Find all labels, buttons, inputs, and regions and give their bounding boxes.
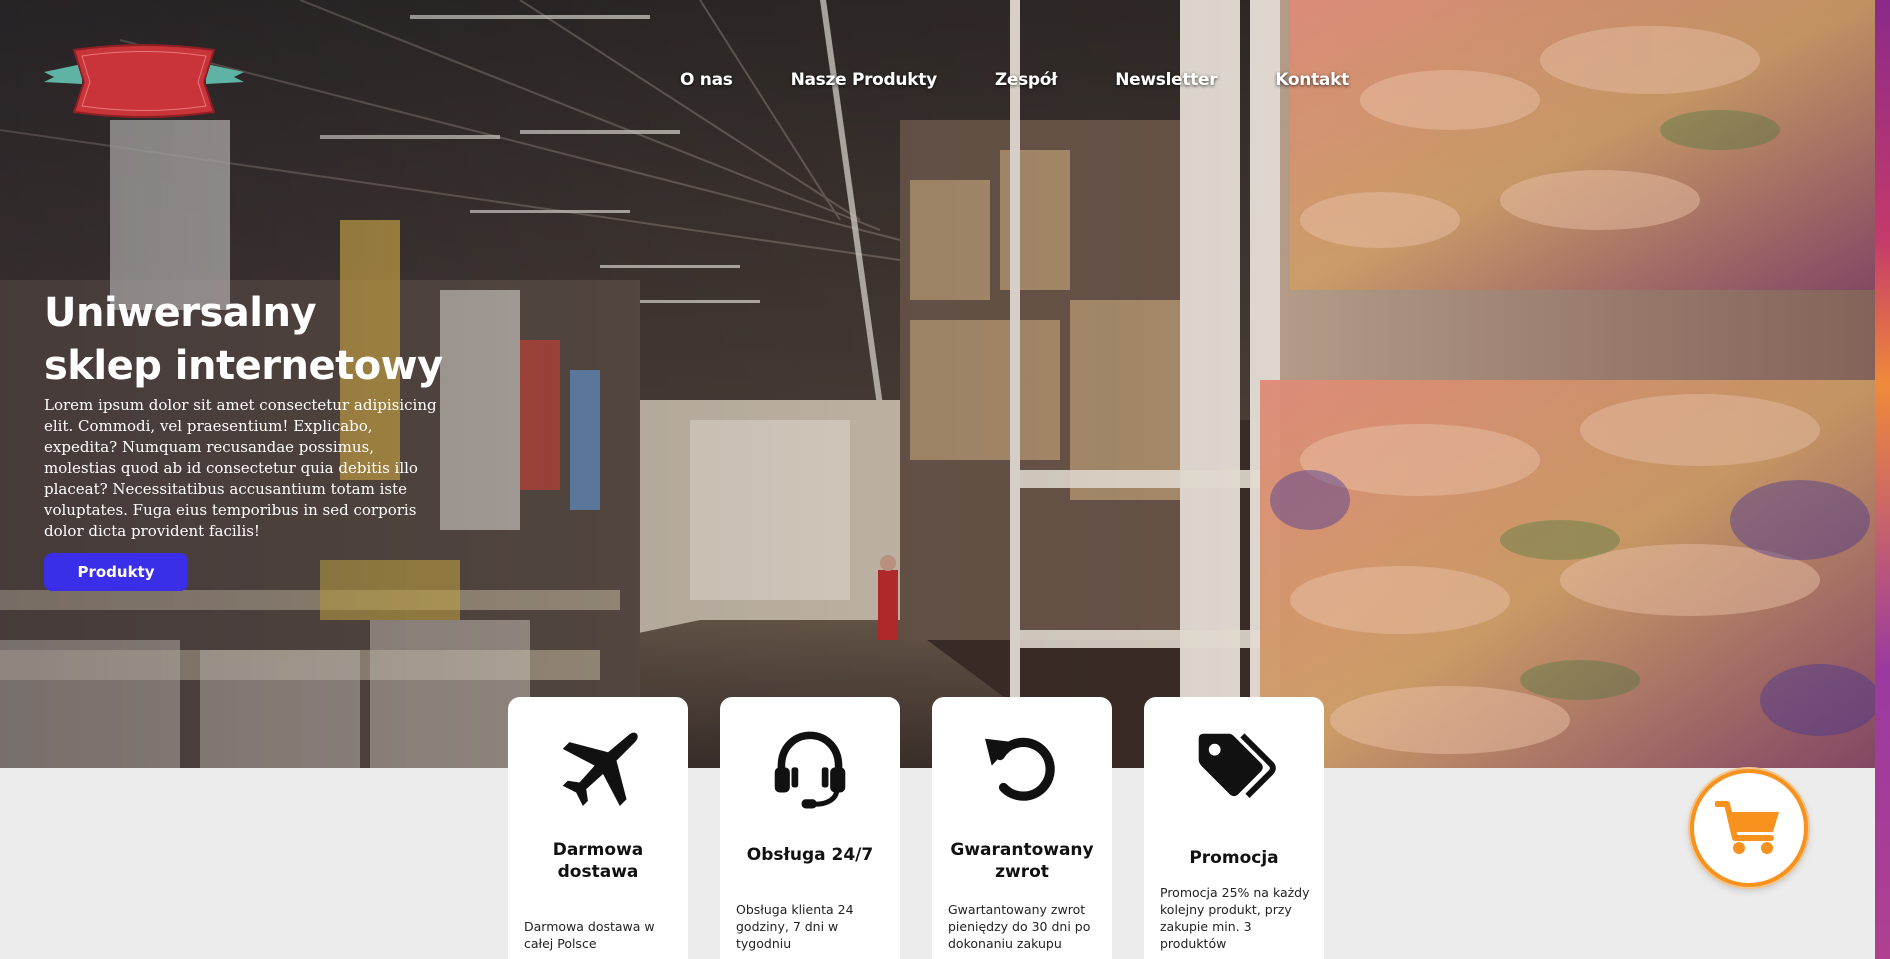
hero-title: Uniwersalny sklep internetowy xyxy=(44,290,443,389)
nav-link-contact[interactable]: Kontakt xyxy=(1275,70,1349,90)
feature-card-support: Obsługa 24/7 Obsługa klienta 24 godziny,… xyxy=(720,697,900,959)
nav-link-products[interactable]: Nasze Produkty xyxy=(791,70,938,90)
products-button[interactable]: Produkty xyxy=(44,553,188,591)
feature-title: Obsługa 24/7 xyxy=(746,845,874,865)
feature-card-refund: Gwarantowany zwrot Gwartantowany zwrot p… xyxy=(932,697,1112,959)
cart-button[interactable] xyxy=(1690,769,1808,887)
hero-content: Uniwersalny sklep internetowy Lorem ipsu… xyxy=(44,287,444,542)
hero-description: Lorem ipsum dolor sit amet consectetur a… xyxy=(44,396,437,540)
feature-title: Gwarantowany zwrot xyxy=(950,840,1094,882)
feature-card-promo: Promocja Promocja 25% na każdy kolejny p… xyxy=(1144,697,1324,959)
headset-icon xyxy=(774,731,846,809)
feature-text: Darmowa dostawa w całej Polsce xyxy=(524,919,655,951)
feature-text: Promocja 25% na każdy kolejny produkt, p… xyxy=(1160,885,1310,951)
nav-link-about[interactable]: O nas xyxy=(680,70,733,90)
feature-text: Obsługa klienta 24 godziny, 7 dni w tygo… xyxy=(736,902,854,951)
features-row: Darmowa dostawa Darmowa dostawa w całej … xyxy=(508,697,1324,959)
feature-title: Promocja xyxy=(1189,848,1279,868)
logo[interactable] xyxy=(44,42,244,122)
tags-icon xyxy=(1198,733,1276,798)
nav-link-team[interactable]: Zespół xyxy=(995,70,1058,90)
airplane-icon xyxy=(562,732,638,806)
main-nav: O nas Nasze Produkty Zespół Newsletter K… xyxy=(680,70,1349,90)
nav-link-newsletter[interactable]: Newsletter xyxy=(1115,70,1217,90)
feature-title: Darmowa dostawa xyxy=(552,840,644,882)
undo-icon xyxy=(985,737,1055,801)
cart-icon xyxy=(1715,801,1779,854)
feature-text: Gwartantowany zwrot pieniędzy do 30 dni … xyxy=(948,902,1091,951)
page-edge-gradient xyxy=(1875,0,1890,959)
feature-card-delivery: Darmowa dostawa Darmowa dostawa w całej … xyxy=(508,697,688,959)
